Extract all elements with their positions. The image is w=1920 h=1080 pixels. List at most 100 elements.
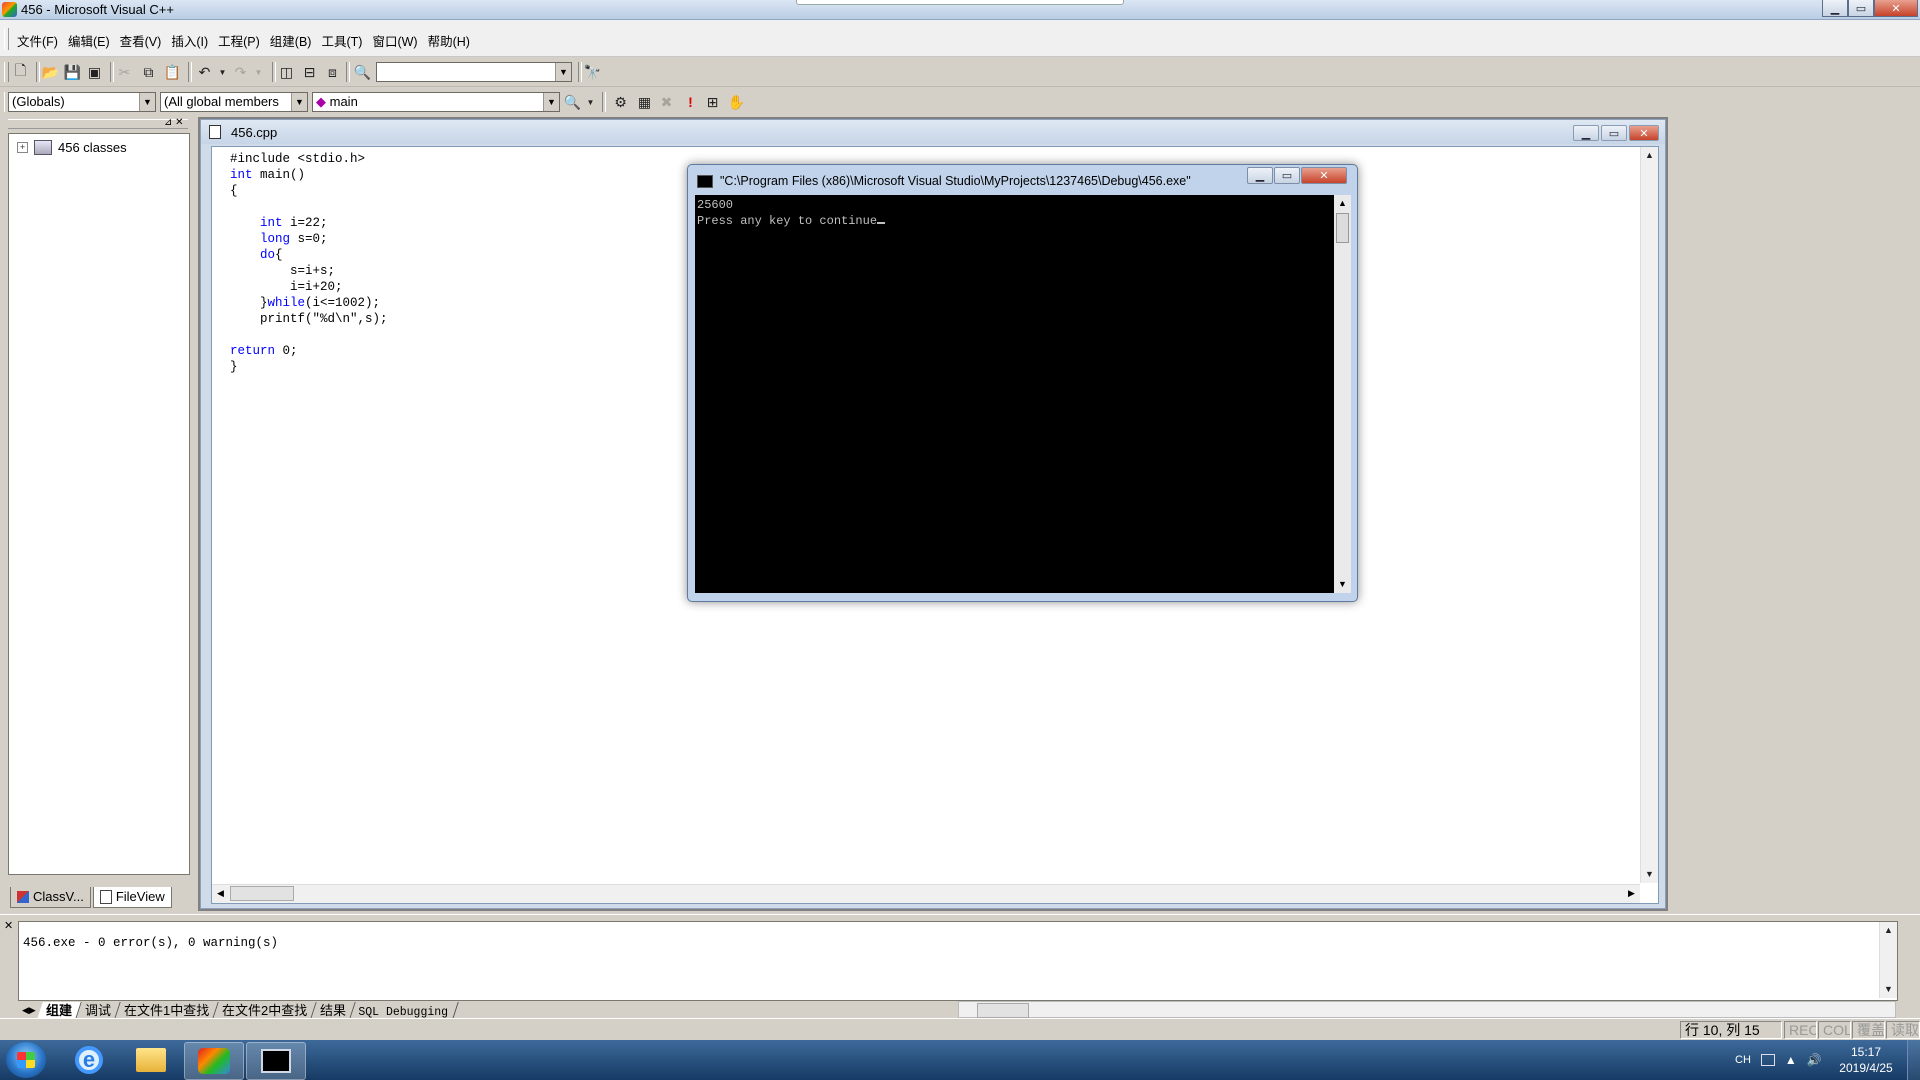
close-button[interactable]: ✕ — [1874, 0, 1918, 17]
window-list-icon[interactable]: ⧈ — [322, 62, 343, 82]
code-line[interactable]: { — [230, 183, 388, 199]
scope-combo[interactable]: (Globals) ▼ — [8, 92, 156, 112]
redo-dropdown-icon[interactable]: ▼ — [248, 62, 269, 82]
tab-debug[interactable]: 调试 — [76, 1001, 121, 1019]
show-hidden-icons-icon[interactable]: ▲ — [1785, 1053, 1797, 1067]
menu-project[interactable]: 工程(P) — [213, 31, 265, 50]
taskbar-ie[interactable]: e — [60, 1042, 118, 1078]
tab-find-in-files-1[interactable]: 在文件1中查找 — [115, 1001, 219, 1019]
output-dock-controls[interactable]: ✕ — [2, 919, 14, 1009]
start-button[interactable] — [6, 1042, 46, 1078]
editor-caption[interactable]: 456.cpp ▁ ▭ ✕ — [201, 120, 1665, 144]
wizard-dropdown-icon[interactable]: ▼ — [580, 92, 601, 112]
editor-close-button[interactable]: ✕ — [1629, 125, 1659, 141]
save-all-icon[interactable]: ▣ — [84, 62, 105, 82]
class-tree[interactable]: + 456 classes — [8, 133, 190, 875]
code-line[interactable]: int i=22; — [230, 215, 388, 231]
console-caption[interactable]: "C:\Program Files (x86)\Microsoft Visual… — [688, 165, 1357, 195]
execute-icon[interactable]: ! — [680, 92, 701, 112]
menu-window[interactable]: 窗口(W) — [367, 31, 422, 50]
paste-icon[interactable]: 📋 — [162, 62, 183, 82]
open-icon[interactable]: 📂 — [40, 62, 61, 82]
code-line[interactable]: }while(i<=1002); — [230, 295, 388, 311]
workspace-icon[interactable]: ◫ — [276, 62, 297, 82]
workspace-header[interactable] — [8, 119, 188, 129]
scroll-thumb[interactable] — [230, 886, 294, 901]
show-desktop-button[interactable] — [1907, 1040, 1920, 1080]
console-screen[interactable]: 25600 Press any key to continue — [695, 195, 1334, 593]
console-close-button[interactable]: ✕ — [1301, 167, 1347, 184]
scroll-up-icon[interactable]: ▲ — [1641, 147, 1658, 164]
minimize-button[interactable]: ▁ — [1822, 0, 1848, 17]
new-file-icon[interactable]: 🗋 — [10, 62, 31, 82]
chevron-down-icon[interactable]: ▼ — [139, 93, 155, 111]
build-icon[interactable]: ▦ — [634, 92, 655, 112]
menu-edit[interactable]: 编辑(E) — [63, 31, 115, 50]
menu-file[interactable]: 文件(F) — [12, 31, 63, 50]
tab-scroll-left-icon[interactable]: ◀▶ — [18, 1005, 40, 1016]
stop-build-icon[interactable]: ✖ — [656, 92, 677, 112]
scroll-down-icon[interactable]: ▼ — [1880, 981, 1897, 998]
editor-minimize-button[interactable]: ▁ — [1573, 125, 1599, 141]
output-vertical-scrollbar[interactable]: ▲ ▼ — [1879, 922, 1897, 998]
menu-view[interactable]: 查看(V) — [115, 31, 167, 50]
chevron-down-icon[interactable]: ▼ — [543, 93, 559, 111]
scroll-up-icon[interactable]: ▲ — [1880, 922, 1897, 939]
breakpoint-icon[interactable]: ✋ — [726, 92, 747, 112]
scroll-up-icon[interactable]: ▲ — [1334, 195, 1351, 212]
code-line[interactable]: long s=0; — [230, 231, 388, 247]
scroll-thumb[interactable] — [977, 1003, 1029, 1018]
compile-icon[interactable]: ⚙ — [610, 92, 631, 112]
output-horizontal-scrollbar[interactable] — [958, 1001, 1896, 1018]
members-combo[interactable]: (All global members ▼ — [160, 92, 308, 112]
tab-sql-debugging[interactable]: SQL Debugging — [350, 1001, 459, 1019]
tree-item-456-classes[interactable]: + 456 classes — [17, 140, 127, 155]
chevron-down-icon[interactable]: ▼ — [555, 63, 571, 81]
find-combo[interactable]: ▼ — [376, 62, 572, 82]
copy-icon[interactable]: ⧉ — [138, 62, 159, 82]
scroll-down-icon[interactable]: ▼ — [1334, 576, 1351, 593]
toolbar-grip[interactable] — [4, 62, 9, 82]
find-in-files-icon[interactable]: 🔍 — [352, 62, 373, 82]
save-icon[interactable]: 💾 — [62, 62, 83, 82]
menu-help[interactable]: 帮助(H) — [423, 31, 475, 50]
taskbar-visual-cpp[interactable] — [184, 1042, 244, 1080]
volume-icon[interactable]: 🔊 — [1807, 1053, 1822, 1067]
code-line[interactable]: int main() — [230, 167, 388, 183]
visual-cpp-app-icon[interactable] — [2, 2, 17, 17]
menu-insert[interactable]: 插入(I) — [166, 31, 213, 50]
expand-icon[interactable]: + — [17, 142, 28, 153]
menu-tools[interactable]: 工具(T) — [316, 31, 367, 50]
tab-build[interactable]: 组建 — [37, 1001, 82, 1019]
function-combo[interactable]: ◆ main ▼ — [312, 92, 560, 112]
taskbar-console[interactable] — [246, 1042, 306, 1080]
code-line[interactable]: #include <stdio.h> — [230, 151, 388, 167]
taskbar-explorer[interactable] — [122, 1042, 180, 1078]
code-line[interactable] — [230, 327, 388, 343]
scroll-thumb[interactable] — [1336, 213, 1349, 243]
code-line[interactable]: return 0; — [230, 343, 388, 359]
console-minimize-button[interactable]: ▁ — [1247, 167, 1273, 184]
clock[interactable]: 15:17 2019/4/25 — [1826, 1044, 1906, 1076]
editor-vertical-scrollbar[interactable]: ▲ ▼ — [1640, 147, 1658, 883]
close-icon[interactable]: ✕ — [4, 919, 13, 932]
restore-button[interactable]: ▭ — [1848, 0, 1874, 17]
keyboard-icon[interactable] — [1760, 1054, 1775, 1066]
tab-classview[interactable]: ClassV... — [10, 887, 91, 908]
code-line[interactable]: s=i+s; — [230, 263, 388, 279]
menu-grip[interactable] — [4, 28, 9, 50]
scroll-down-icon[interactable]: ▼ — [1641, 866, 1658, 883]
output-icon[interactable]: ⊟ — [299, 62, 320, 82]
code-line[interactable] — [230, 199, 388, 215]
tab-find-in-files-2[interactable]: 在文件2中查找 — [213, 1001, 318, 1019]
cut-icon[interactable]: ✂ — [114, 62, 135, 82]
scroll-right-icon[interactable]: ▶ — [1623, 885, 1640, 902]
output-text-area[interactable]: 456.exe - 0 error(s), 0 warning(s) ▲ ▼ — [18, 921, 1898, 1001]
menu-build[interactable]: 组建(B) — [265, 31, 317, 50]
code-line[interactable]: i=i+20; — [230, 279, 388, 295]
code-line[interactable]: } — [230, 359, 388, 375]
console-vertical-scrollbar[interactable]: ▲ ▼ — [1334, 195, 1351, 593]
tab-fileview[interactable]: FileView — [92, 887, 172, 908]
source-code[interactable]: #include <stdio.h> int main(){ int i=22; … — [230, 151, 388, 375]
search-icon[interactable]: 🔭 — [582, 62, 603, 82]
